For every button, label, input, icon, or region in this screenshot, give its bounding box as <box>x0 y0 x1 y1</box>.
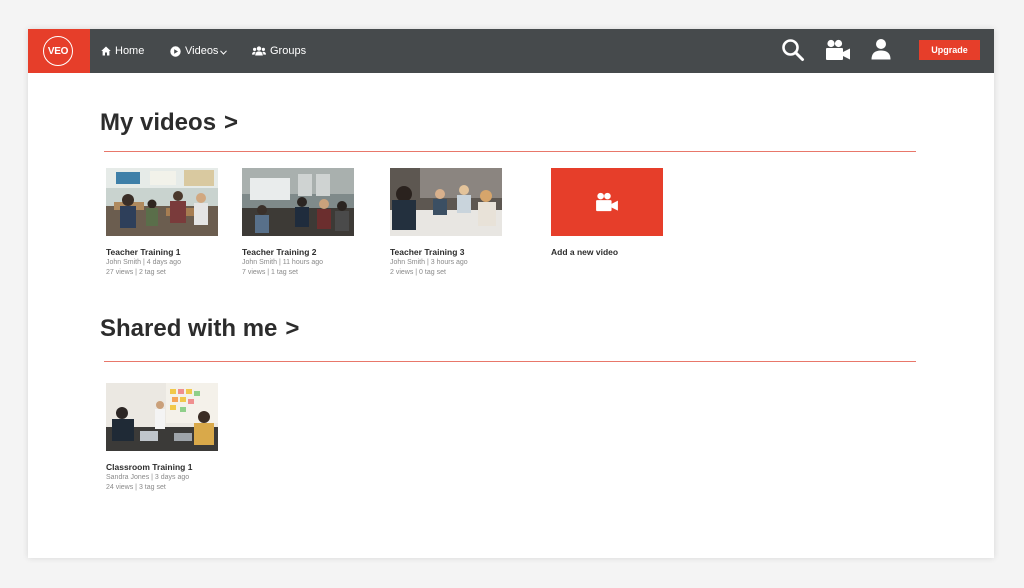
top-nav-bar: VEO Home Videos Groups Upgrade <box>28 29 994 73</box>
video-views-tags: 24 views | 3 tag set <box>106 484 166 491</box>
video-author-time: Sandra Jones | 3 days ago <box>106 474 190 481</box>
veo-logo[interactable]: VEO <box>28 29 90 73</box>
add-video-label[interactable]: Add a new video <box>551 247 663 257</box>
nav-videos[interactable]: Videos <box>170 29 228 73</box>
video-title[interactable]: Teacher Training 3 <box>390 247 502 257</box>
user-icon <box>871 39 891 60</box>
video-views-tags: 7 views | 1 tag set <box>242 269 298 276</box>
app-window: VEO Home Videos Groups Upgrade My videos… <box>28 29 994 558</box>
shared-divider <box>104 361 916 362</box>
logo-text: VEO <box>43 36 73 66</box>
video-camera-icon <box>826 39 850 60</box>
my-videos-divider <box>104 151 916 152</box>
record-video-button[interactable] <box>825 39 851 66</box>
search-button[interactable] <box>781 38 805 67</box>
nav-videos-label: Videos <box>185 45 219 57</box>
video-author-time: John Smith | 3 hours ago <box>390 259 468 266</box>
nav-home-label: Home <box>115 45 145 57</box>
video-title[interactable]: Classroom Training 1 <box>106 462 218 472</box>
chevron-down-icon[interactable] <box>220 49 228 55</box>
profile-button[interactable] <box>870 38 892 65</box>
video-title[interactable]: Teacher Training 2 <box>242 247 354 257</box>
shared-title: Shared with me <box>100 315 278 342</box>
my-videos-title: My videos <box>100 109 217 136</box>
video-thumbnail[interactable] <box>106 383 218 451</box>
video-author-time: John Smith | 11 hours ago <box>242 259 324 266</box>
video-card[interactable]: Teacher Training 3 John Smith | 3 hours … <box>390 168 502 277</box>
my-videos-heading[interactable]: My videos > <box>100 109 238 137</box>
video-views-tags: 27 views | 2 tag set <box>106 269 166 276</box>
nav-groups-label: Groups <box>270 45 307 57</box>
video-card[interactable]: Classroom Training 1 Sandra Jones | 3 da… <box>106 383 218 492</box>
nav-home[interactable]: Home <box>101 29 144 73</box>
video-thumbnail[interactable] <box>106 168 218 236</box>
shared-arrow: > <box>285 315 300 342</box>
add-video-button[interactable] <box>551 168 663 236</box>
video-card[interactable]: Teacher Training 2 John Smith | 11 hours… <box>242 168 354 277</box>
nav-groups[interactable]: Groups <box>252 29 306 73</box>
upgrade-button[interactable]: Upgrade <box>919 40 980 60</box>
search-icon <box>782 39 804 61</box>
video-thumbnail[interactable] <box>242 168 354 236</box>
group-icon <box>252 46 266 56</box>
shared-heading[interactable]: Shared with me > <box>100 315 299 343</box>
video-title[interactable]: Teacher Training 1 <box>106 247 218 257</box>
video-card[interactable]: Teacher Training 1 John Smith | 4 days a… <box>106 168 218 277</box>
home-icon <box>101 46 111 56</box>
video-thumbnail[interactable] <box>390 168 502 236</box>
video-camera-icon <box>596 192 618 212</box>
play-circle-icon <box>170 45 181 57</box>
video-views-tags: 2 views | 0 tag set <box>390 269 446 276</box>
my-videos-arrow: > <box>224 109 239 136</box>
add-video-card[interactable]: Add a new video <box>551 168 663 257</box>
video-author-time: John Smith | 4 days ago <box>106 259 181 266</box>
